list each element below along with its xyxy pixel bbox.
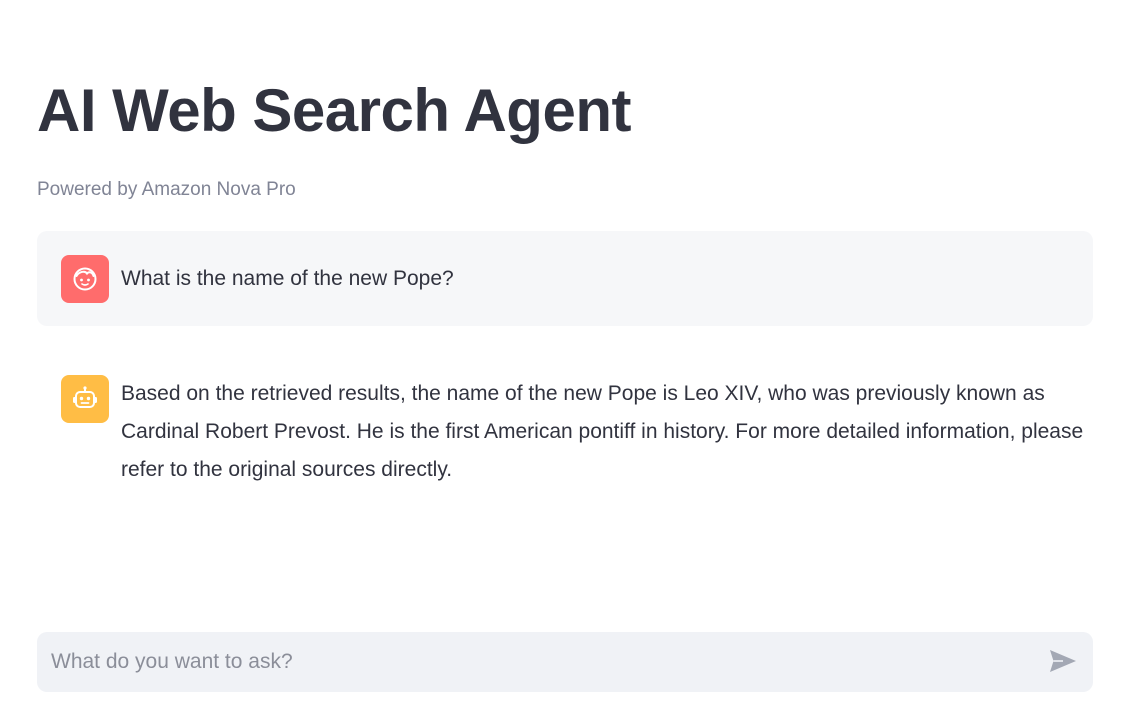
- message-text: Based on the retrieved results, the name…: [121, 382, 1084, 481]
- chat-input[interactable]: [37, 632, 1027, 692]
- page-title: AI Web Search Agent: [37, 77, 631, 144]
- chat-message-assistant: Based on the retrieved results, the name…: [37, 356, 1093, 506]
- chat-app: AI Web Search Agent Powered by Amazon No…: [0, 0, 1122, 720]
- user-face-icon: [72, 266, 98, 292]
- user-avatar: [61, 255, 109, 303]
- message-text: What is the name of the new Pope?: [121, 267, 454, 290]
- robot-icon: [71, 385, 99, 413]
- send-arrow-icon: [1049, 649, 1077, 676]
- chat-input-container: [37, 632, 1093, 692]
- send-button[interactable]: [1047, 646, 1079, 678]
- page-subtitle: Powered by Amazon Nova Pro: [37, 179, 296, 200]
- chat-message-user: What is the name of the new Pope?: [37, 231, 1093, 326]
- assistant-avatar: [61, 375, 109, 423]
